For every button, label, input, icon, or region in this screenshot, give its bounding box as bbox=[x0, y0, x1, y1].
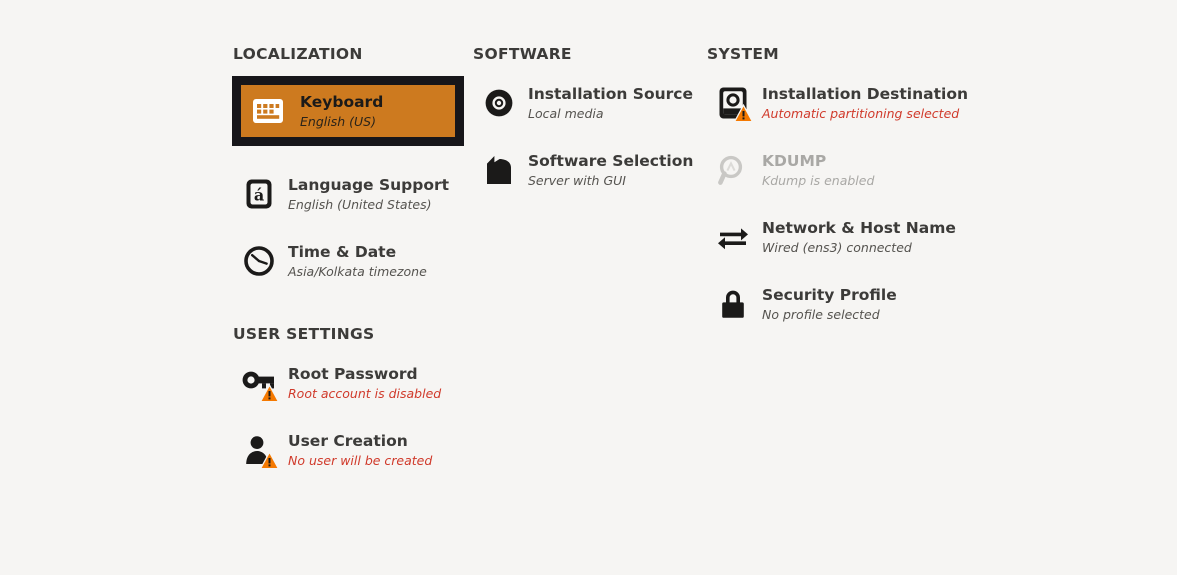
section-title-localization: LOCALIZATION bbox=[233, 45, 363, 63]
hub-item-root-password[interactable]: Root Password Root account is disabled bbox=[232, 356, 464, 410]
user-icon bbox=[240, 431, 279, 470]
hub-item-status: English (US) bbox=[300, 114, 376, 129]
hub-item-status: Root account is disabled bbox=[288, 386, 442, 401]
language-support-icon: á bbox=[240, 175, 278, 213]
keyboard-icon bbox=[249, 92, 287, 130]
hub-item-title: Network & Host Name bbox=[762, 219, 956, 237]
hub-item-title: User Creation bbox=[288, 432, 408, 450]
network-arrows-icon bbox=[714, 218, 752, 256]
warning-triangle-icon bbox=[734, 104, 753, 123]
hub-item-user-creation[interactable]: User Creation No user will be created bbox=[232, 423, 464, 477]
hub-item-keyboard[interactable]: Keyboard English (US) bbox=[232, 76, 464, 146]
kdump-magnifier-icon bbox=[714, 151, 752, 189]
hub-item-labels: Language Support English (United States) bbox=[288, 175, 449, 213]
hub-item-title: Software Selection bbox=[528, 152, 694, 170]
hub-item-network-and-host-name[interactable]: Network & Host Name Wired (ens3) connect… bbox=[706, 210, 956, 264]
section-title-user-settings: USER SETTINGS bbox=[233, 325, 375, 343]
optical-disc-icon bbox=[480, 84, 518, 122]
hub-item-title: Keyboard bbox=[300, 93, 384, 111]
hub-item-status: Local media bbox=[528, 106, 604, 121]
clock-icon bbox=[240, 242, 278, 280]
localization-items: Keyboard English (US) á Language Support… bbox=[232, 76, 464, 301]
hub-item-labels: KDUMP Kdump is enabled bbox=[762, 151, 874, 189]
warning-triangle-icon bbox=[260, 384, 279, 403]
hub-item-status: Kdump is enabled bbox=[762, 173, 875, 188]
hub-item-security-profile[interactable]: Security Profile No profile selected bbox=[706, 277, 956, 331]
svg-text:á: á bbox=[254, 186, 264, 205]
section-title-software: SOFTWARE bbox=[473, 45, 572, 63]
hub-item-labels: Time & Date Asia/Kolkata timezone bbox=[288, 242, 427, 280]
key-icon bbox=[240, 364, 279, 403]
hub-item-title: Root Password bbox=[288, 365, 418, 383]
hub-item-status: No user will be created bbox=[288, 453, 433, 468]
hub-item-labels: Keyboard English (US) bbox=[300, 92, 383, 130]
hub-item-title: Installation Source bbox=[528, 85, 693, 103]
hub-item-status: English (United States) bbox=[288, 197, 432, 212]
user-settings-items: Root Password Root account is disabled U… bbox=[232, 356, 464, 490]
hub-item-installation-destination[interactable]: Installation Destination Automatic parti… bbox=[706, 76, 968, 130]
hub-item-labels: User Creation No user will be created bbox=[288, 431, 432, 469]
warning-triangle-icon bbox=[260, 451, 279, 470]
hard-drive-icon bbox=[714, 84, 753, 123]
installation-summary-hub: LOCALIZATION Keyboard English (US) á Lan… bbox=[0, 0, 1177, 575]
hub-item-status: Server with GUI bbox=[528, 173, 626, 188]
hub-item-language-support[interactable]: á Language Support English (United State… bbox=[232, 167, 464, 221]
package-icon bbox=[480, 151, 518, 189]
hub-item-kdump[interactable]: KDUMP Kdump is enabled bbox=[706, 143, 956, 197]
hub-item-status: Wired (ens3) connected bbox=[762, 240, 912, 255]
hub-item-labels: Root Password Root account is disabled bbox=[288, 364, 441, 402]
hub-item-labels: Installation Destination Automatic parti… bbox=[762, 84, 968, 122]
hub-item-labels: Software Selection Server with GUI bbox=[528, 151, 693, 189]
hub-item-labels: Network & Host Name Wired (ens3) connect… bbox=[762, 218, 956, 256]
hub-item-status: Automatic partitioning selected bbox=[762, 106, 960, 121]
hub-item-title: Language Support bbox=[288, 176, 450, 194]
hub-item-installation-source[interactable]: Installation Source Local media bbox=[472, 76, 704, 130]
hub-item-title: KDUMP bbox=[762, 152, 827, 170]
lock-icon bbox=[714, 285, 752, 323]
hub-item-status: No profile selected bbox=[762, 307, 880, 322]
hub-item-software-selection[interactable]: Software Selection Server with GUI bbox=[472, 143, 704, 197]
hub-item-title: Installation Destination bbox=[762, 85, 969, 103]
hub-item-title: Security Profile bbox=[762, 286, 897, 304]
software-items: Installation Source Local media Software… bbox=[472, 76, 704, 210]
hub-item-status: Asia/Kolkata timezone bbox=[288, 264, 427, 279]
hub-item-time-and-date[interactable]: Time & Date Asia/Kolkata timezone bbox=[232, 234, 464, 288]
hub-item-labels: Security Profile No profile selected bbox=[762, 285, 897, 323]
section-title-system: SYSTEM bbox=[707, 45, 779, 63]
hub-item-labels: Installation Source Local media bbox=[528, 84, 693, 122]
system-items: Installation Destination Automatic parti… bbox=[706, 76, 968, 344]
hub-item-title: Time & Date bbox=[288, 243, 397, 261]
